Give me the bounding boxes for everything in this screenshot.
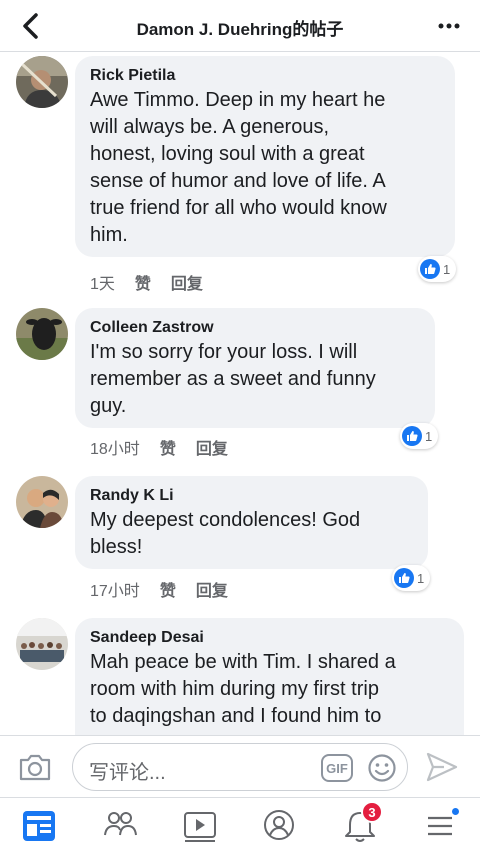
comment-bubble[interactable]: Randy K Li My deepest condolences! God b… bbox=[75, 476, 428, 569]
comment-bubble[interactable]: Colleen Zastrow I'm so sorry for your lo… bbox=[75, 308, 435, 428]
avatar[interactable] bbox=[16, 618, 68, 670]
comment-text: Mah peace be with Tim. I shared a room w… bbox=[90, 649, 450, 730]
like-icon bbox=[394, 568, 414, 588]
comment-author[interactable]: Colleen Zastrow bbox=[90, 318, 421, 338]
avatar[interactable] bbox=[16, 56, 68, 108]
like-count: 1 bbox=[417, 570, 425, 586]
comment-text: Awe Timmo. Deep in my heart he will alwa… bbox=[90, 87, 441, 249]
page-title: Damon J. Duehring的帖子 bbox=[136, 20, 344, 39]
friends-icon[interactable] bbox=[100, 807, 140, 845]
comment-bubble[interactable]: Sandeep Desai Mah peace be with Tim. I s… bbox=[75, 618, 464, 735]
reply-button[interactable]: 回复 bbox=[171, 270, 203, 294]
comment-line: My deepest condolences! God bbox=[90, 509, 361, 531]
reply-button[interactable]: 回复 bbox=[196, 435, 228, 459]
camera-icon[interactable] bbox=[18, 752, 52, 782]
comment-bubble[interactable]: Rick Pietila Awe Timmo. Deep in my heart… bbox=[75, 56, 455, 257]
like-icon bbox=[420, 259, 440, 279]
comment-author[interactable]: Randy K Li bbox=[90, 486, 414, 506]
reaction-count[interactable]: 1 bbox=[400, 423, 439, 449]
menu-update-dot bbox=[450, 806, 461, 817]
like-button[interactable]: 赞 bbox=[160, 435, 176, 459]
comment-line: guy. bbox=[90, 395, 127, 417]
comment-timestamp: 17小时 bbox=[90, 583, 140, 600]
comment-text: My deepest condolences! God bless! bbox=[90, 507, 414, 561]
avatar[interactable] bbox=[16, 476, 68, 528]
comment-line: sense of humor and love of life. A bbox=[90, 170, 386, 192]
comment-input[interactable]: 写评论... GIF bbox=[72, 743, 408, 791]
profile-icon[interactable] bbox=[259, 807, 299, 845]
watch-icon[interactable] bbox=[180, 807, 220, 845]
comment-composer: 写评论... GIF bbox=[0, 735, 480, 797]
like-button[interactable]: 赞 bbox=[160, 577, 176, 601]
emoji-icon[interactable] bbox=[367, 753, 397, 783]
comment-author[interactable]: Sandeep Desai bbox=[90, 628, 450, 648]
more-horizontal-icon[interactable] bbox=[432, 10, 466, 42]
comment-timestamp: 18小时 bbox=[90, 441, 140, 458]
comment-author[interactable]: Rick Pietila bbox=[90, 66, 441, 86]
comment-line: I'm so sorry for your loss. I will bbox=[90, 341, 358, 363]
like-count: 1 bbox=[425, 428, 433, 444]
send-icon[interactable] bbox=[424, 750, 460, 784]
bottom-tab-bar: 3 bbox=[0, 797, 480, 853]
notification-badge: 3 bbox=[361, 801, 383, 823]
comment-text: I'm so sorry for your loss. I will remem… bbox=[90, 339, 421, 420]
reaction-count[interactable]: 1 bbox=[392, 565, 431, 591]
comment-input-placeholder: 写评论... bbox=[89, 762, 166, 784]
comment-line: true friend for all who would know bbox=[90, 197, 387, 219]
reply-button[interactable]: 回复 bbox=[196, 577, 228, 601]
comment-line: to daqingshan and I found him to bbox=[90, 705, 382, 727]
comments-list[interactable]: Rick Pietila Awe Timmo. Deep in my heart… bbox=[0, 52, 480, 735]
comment-actions: 17小时 赞 回复 bbox=[90, 577, 228, 601]
comment-line: will always be. A generous, bbox=[90, 116, 330, 138]
comment-actions: 18小时 赞 回复 bbox=[90, 435, 228, 459]
reaction-count[interactable]: 1 bbox=[418, 256, 457, 282]
like-button[interactable]: 赞 bbox=[135, 270, 151, 294]
avatar[interactable] bbox=[16, 308, 68, 360]
comment-actions: 1天 赞 回复 bbox=[90, 270, 203, 294]
comment-timestamp: 1天 bbox=[90, 276, 115, 293]
like-icon bbox=[402, 426, 422, 446]
comment-line: him. bbox=[90, 224, 128, 246]
news-feed-icon[interactable] bbox=[19, 807, 59, 845]
comment-line: Awe Timmo. Deep in my heart he bbox=[90, 89, 386, 111]
comment-line: honest, loving soul with a great bbox=[90, 143, 365, 165]
comment-line: remember as a sweet and funny bbox=[90, 368, 376, 390]
like-count: 1 bbox=[443, 261, 451, 277]
gif-button[interactable]: GIF bbox=[321, 754, 353, 782]
chevron-left-icon[interactable] bbox=[14, 10, 48, 42]
top-bar: Damon J. Duehring的帖子 bbox=[0, 0, 480, 52]
comment-line: room with him during my first trip bbox=[90, 678, 379, 700]
comment-line: bless! bbox=[90, 536, 143, 558]
comment-line: Mah peace be with Tim. I shared a bbox=[90, 651, 396, 673]
